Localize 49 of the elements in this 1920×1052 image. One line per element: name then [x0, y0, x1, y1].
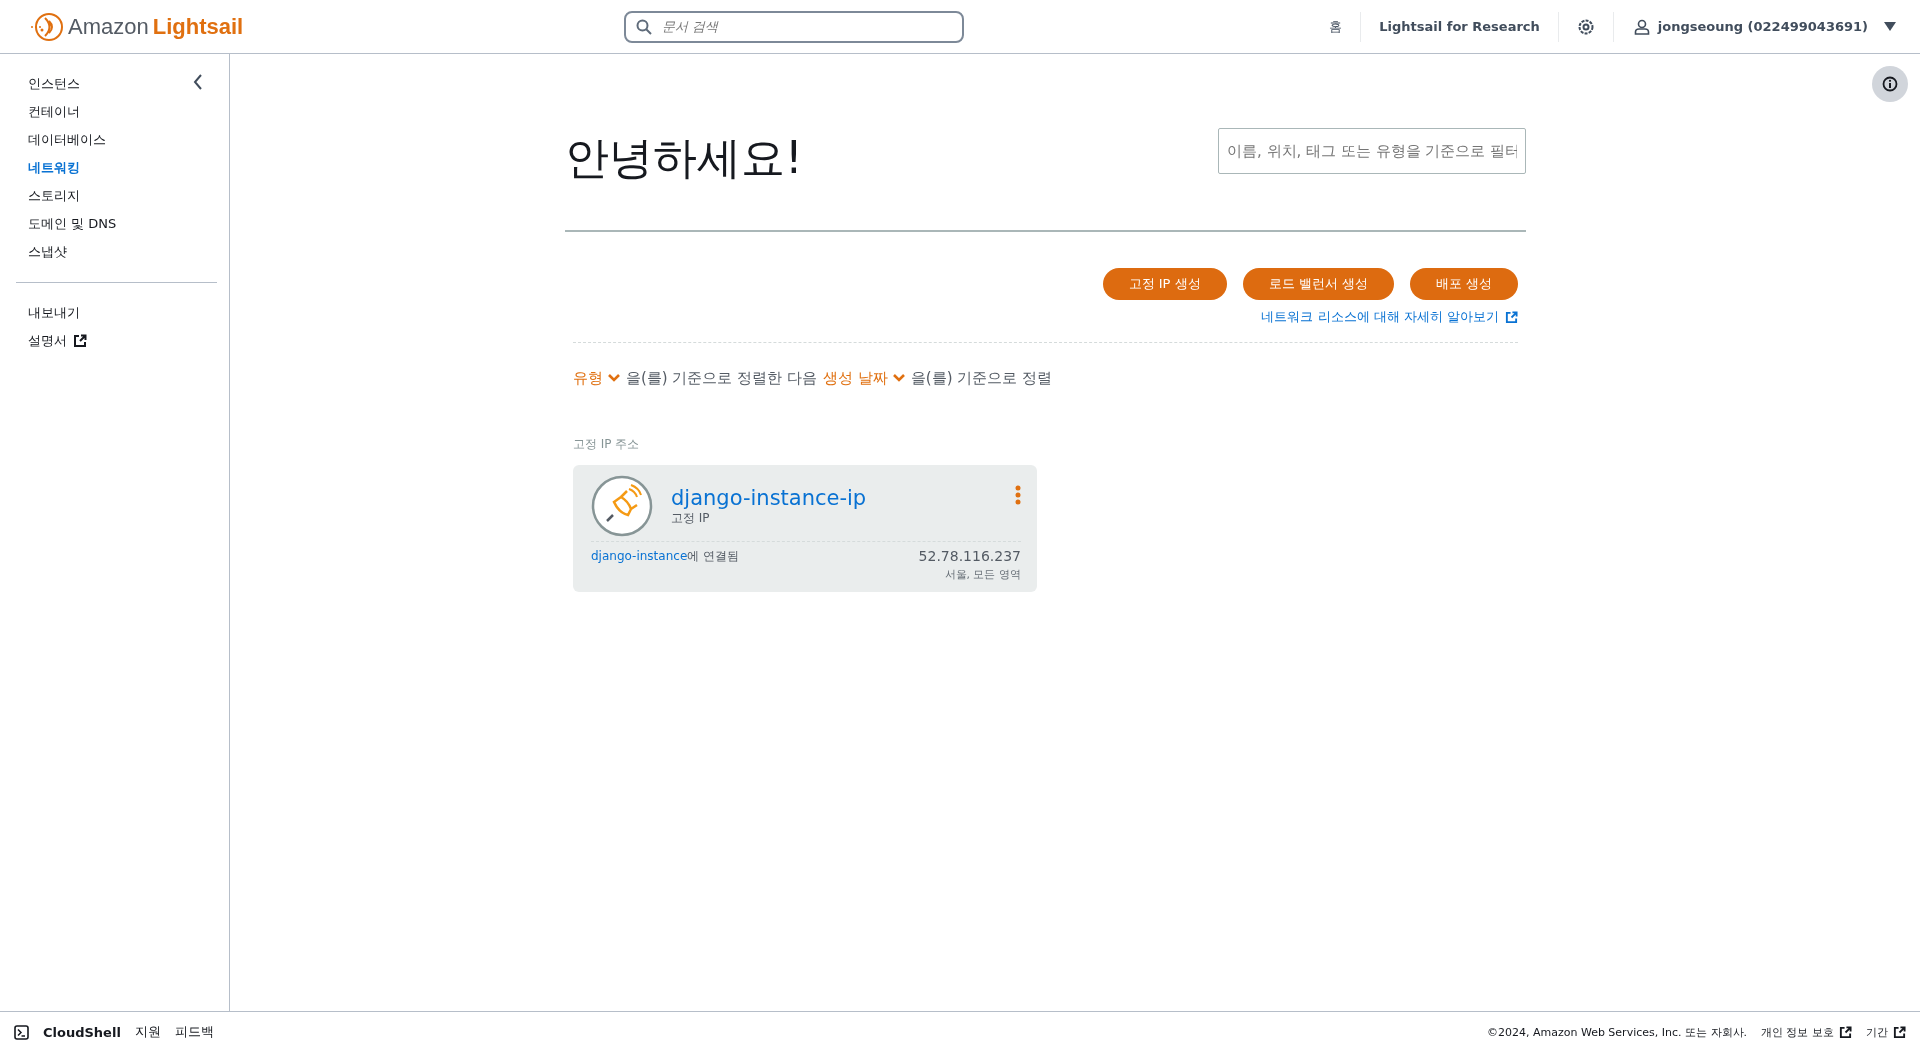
terminal-icon: [14, 1024, 29, 1040]
sort-text: 을(를) 기준으로 정렬: [910, 369, 1053, 388]
user-icon: [1633, 18, 1650, 35]
external-link-icon: [73, 334, 87, 348]
logo-text: Amazon: [68, 13, 149, 40]
chevron-down-icon: [892, 374, 905, 383]
sidebar-item[interactable]: 내보내기: [28, 299, 80, 327]
footer-link[interactable]: 지원: [134, 1023, 161, 1041]
external-link-icon: [1893, 1025, 1906, 1039]
attached-text: 에 연결됨: [687, 549, 740, 563]
sidebar-item[interactable]: 도메인 및 DNS: [28, 210, 229, 238]
region-text: 서울, 모든 영역: [944, 567, 1021, 582]
filter-field[interactable]: 이름, 위치, 태그 또는 유형을 기준으로 필터: [1218, 127, 1526, 174]
external-link-icon: [1839, 1025, 1852, 1039]
pushpin-icon: [591, 475, 653, 537]
external-link-icon: [1505, 310, 1518, 324]
section-title: 고정 IP 주소: [573, 436, 641, 453]
nav-link[interactable]: 홈: [1311, 11, 1362, 42]
card-title-link[interactable]: django-instance-ip: [671, 485, 997, 510]
settings-icon[interactable]: [1576, 17, 1595, 36]
sidebar-item[interactable]: 인스턴스: [28, 70, 229, 98]
sidebar-item[interactable]: 데이터베이스: [28, 126, 229, 154]
footer-link[interactable]: CloudShell: [43, 1024, 121, 1040]
greeting-heading: 안녕하세요!: [565, 131, 803, 185]
collapse-icon[interactable]: [193, 74, 203, 90]
card-type: 고정 IP: [671, 509, 711, 527]
footer-link[interactable]: 피드백: [174, 1023, 214, 1041]
sidebar-item[interactable]: 스냅샷: [28, 238, 229, 266]
footer-link[interactable]: 개인 정보 보호: [1761, 1024, 1834, 1040]
instance-link[interactable]: django-instance: [591, 549, 688, 563]
sidebar-item[interactable]: 네트워킹: [28, 154, 229, 182]
logo-brand: Lightsail: [152, 13, 244, 40]
chevron-down-icon: [608, 374, 620, 383]
search-field[interactable]: 문서 검색: [624, 10, 964, 43]
sidebar-item[interactable]: 설명서: [28, 327, 67, 355]
nav-link[interactable]: Lightsail for Research: [1361, 11, 1559, 42]
copyright-text: ©2024, Amazon Web Services, Inc. 또는 자회사.: [1486, 1024, 1747, 1040]
sidebar-item[interactable]: 컨테이너: [28, 98, 229, 126]
user-menu[interactable]: jongseoung (022499043691): [1657, 19, 1868, 34]
caret-down-icon[interactable]: [1884, 21, 1896, 32]
info-icon: [1882, 76, 1898, 92]
sidebar-item[interactable]: 스토리지: [28, 182, 229, 210]
more-options-icon[interactable]: [1015, 485, 1021, 505]
footer-link[interactable]: 기간: [1866, 1024, 1888, 1040]
search-icon: [636, 18, 652, 35]
ip-address: 52.78.116.237: [918, 548, 1021, 564]
sort-text: 을(를) 기준으로 정렬한 다음: [626, 369, 817, 388]
learn-more-link[interactable]: 네트워크 리소스에 대해 자세히 알아보기: [1261, 308, 1499, 326]
info-button[interactable]: [1872, 66, 1908, 102]
